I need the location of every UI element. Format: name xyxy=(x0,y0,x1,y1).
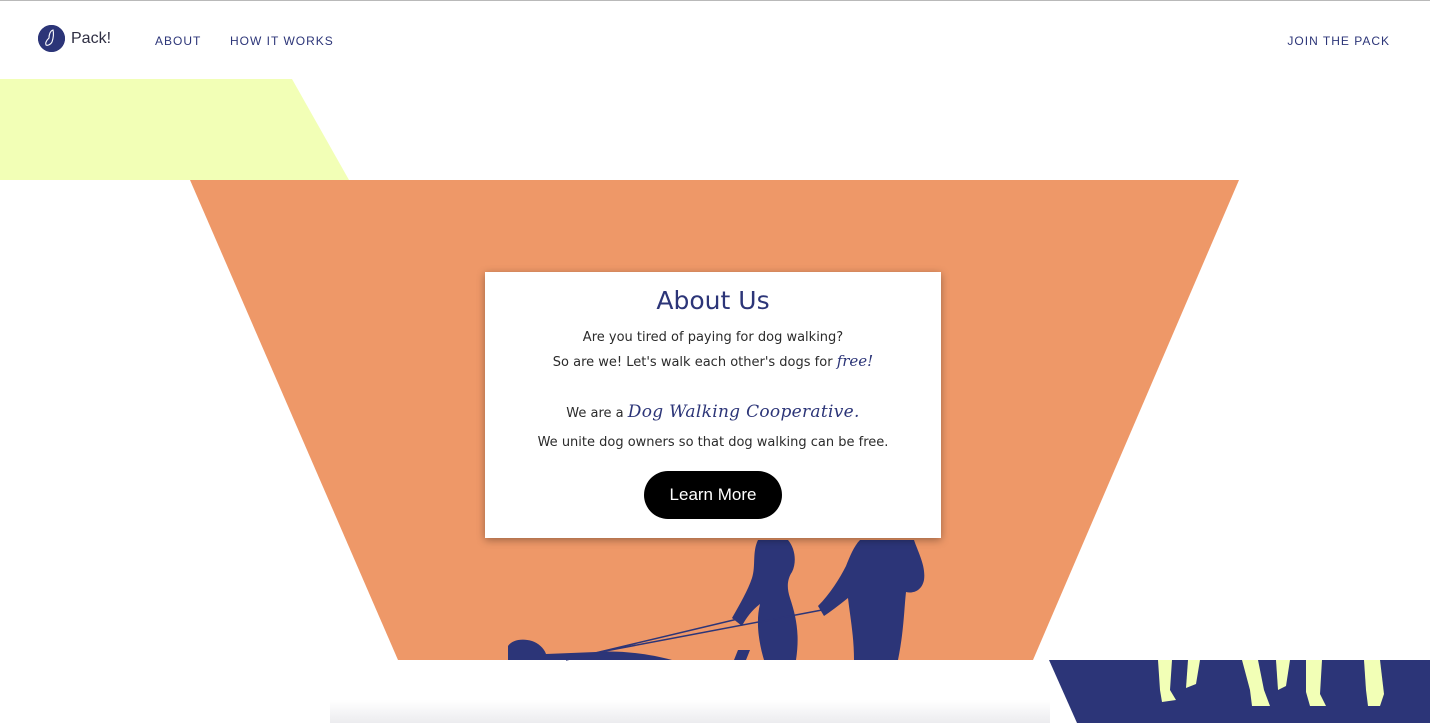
yellow-banner-shape xyxy=(0,79,349,180)
about-card: About Us Are you tired of paying for dog… xyxy=(485,272,941,538)
about-line-3-text: We are a xyxy=(566,406,628,421)
nav-about-link[interactable]: ABOUT xyxy=(155,34,201,48)
dog-head-logo-icon xyxy=(38,25,65,52)
learn-more-button[interactable]: Learn More xyxy=(644,471,782,519)
free-emphasis: free! xyxy=(836,352,874,370)
about-line-4: We unite dog owners so that dog walking … xyxy=(537,435,889,450)
brand-logo-link[interactable]: Pack! xyxy=(38,25,111,52)
about-line-3: We are a Dog Walking Cooperative. xyxy=(485,402,941,422)
section-fade xyxy=(330,700,1050,723)
nav-join-the-pack-link[interactable]: JOIN THE PACK xyxy=(1287,34,1390,48)
cooperative-emphasis: Dog Walking Cooperative. xyxy=(627,402,860,422)
about-line-2: So are we! Let's walk each other's dogs … xyxy=(485,352,941,370)
page: Pack! ABOUT HOW IT WORKS JOIN THE PACK A… xyxy=(0,0,1430,723)
top-nav: Pack! ABOUT HOW IT WORKS JOIN THE PACK xyxy=(0,0,1430,78)
nav-how-it-works-link[interactable]: HOW IT WORKS xyxy=(230,34,334,48)
about-title: About Us xyxy=(656,286,770,315)
about-line-2-text: So are we! Let's walk each other's dogs … xyxy=(552,355,837,370)
brand-name: Pack! xyxy=(71,29,112,47)
about-line-1: Are you tired of paying for dog walking? xyxy=(582,330,844,345)
